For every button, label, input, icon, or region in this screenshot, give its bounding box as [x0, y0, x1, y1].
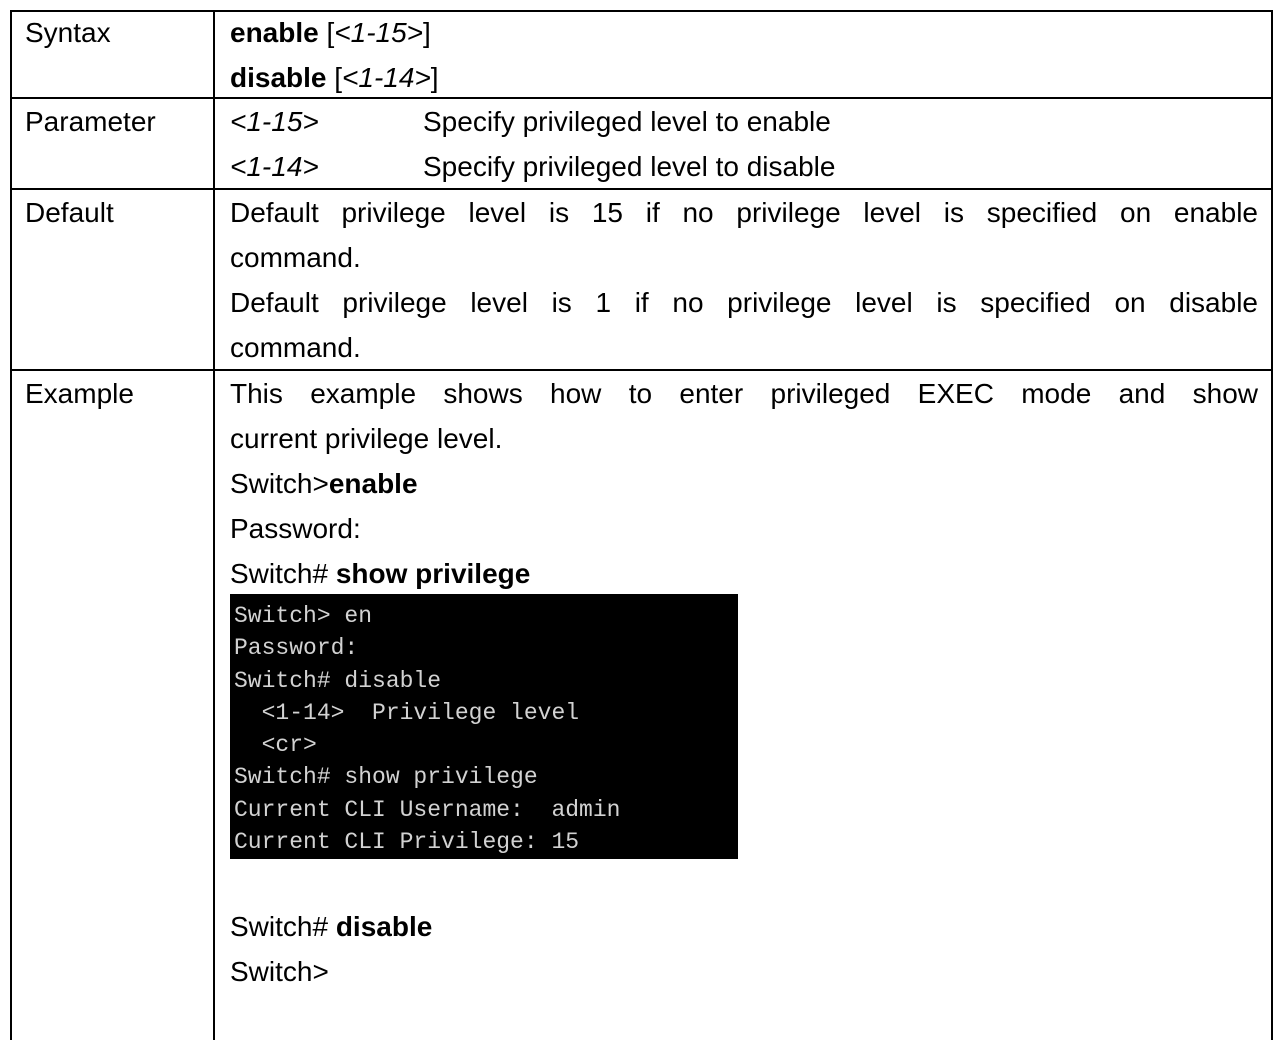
example-intro-line: current privilege level. — [230, 423, 503, 454]
default-text-line: Default privilege level is 1 if no privi… — [230, 287, 1258, 318]
disable-bracket-close: ] — [430, 62, 439, 93]
parameter-content: <1-15> Specify privileged level to enable… — [230, 99, 1258, 189]
default-text-line: Default privilege level is 15 if no priv… — [230, 197, 1258, 228]
disable-argument: <1-14> — [342, 62, 431, 93]
default-text-line: command. — [230, 332, 361, 363]
example-final-prompt: Switch> — [230, 956, 329, 987]
parameter-name: <1-14> — [230, 151, 319, 182]
terminal-line: <cr> — [234, 732, 317, 759]
example-intro-line: This example shows how to enter privileg… — [230, 378, 1258, 409]
example-command-disable: Switch# disable — [230, 904, 1258, 949]
parameter-name: <1-15> — [230, 106, 319, 137]
example-content: This example shows how to enter privileg… — [230, 371, 1258, 596]
parameter-description: Specify privileged level to enable — [423, 106, 831, 137]
prompt: Switch# — [230, 558, 336, 589]
example-command-show: Switch# show privilege — [230, 551, 1258, 596]
parameter-description: Specify privileged level to disable — [423, 151, 836, 182]
example-password: Password: — [230, 513, 361, 544]
syntax-disable-line: disable [<1-14>] — [230, 55, 1258, 100]
command: disable — [335, 911, 433, 942]
command: enable — [328, 468, 418, 499]
enable-argument: <1-15> — [334, 17, 424, 48]
terminal-line: <1-14> Privilege level — [234, 699, 580, 726]
example-label: Example — [25, 378, 134, 409]
terminal-line: Current CLI Username: admin — [234, 796, 621, 823]
example-command-enable: Switch>enable — [230, 461, 1258, 506]
prompt: Switch# — [230, 911, 336, 942]
terminal-line: Switch# show privilege — [234, 764, 538, 791]
syntax-enable-line: enable [<1-15>] — [230, 10, 1258, 55]
disable-bracket-open: [ — [326, 62, 343, 93]
terminal-line: Current CLI Privilege: 15 — [234, 829, 580, 856]
enable-bracket-close: ] — [423, 17, 431, 48]
default-text-line: command. — [230, 242, 361, 273]
prompt: Switch> — [230, 468, 329, 499]
syntax-content: enable [<1-15>] disable [<1-14>] — [230, 10, 1258, 100]
parameter-label: Parameter — [25, 106, 156, 137]
column-divider — [213, 10, 215, 1040]
syntax-label: Syntax — [25, 17, 111, 48]
parameter-item: <1-15> Specify privileged level to enable — [230, 99, 1258, 144]
terminal-screenshot: Switch> en Password: Switch# disable <1-… — [230, 594, 738, 859]
default-content: Default privilege level is 15 if no priv… — [230, 190, 1258, 370]
enable-command: enable — [230, 17, 319, 48]
default-label: Default — [25, 197, 114, 228]
terminal-line: Switch# disable — [234, 667, 442, 694]
parameter-item: <1-14> Specify privileged level to disabl… — [230, 144, 1258, 189]
command: show privilege — [335, 558, 531, 589]
example-after-terminal: Switch# disable Switch> — [230, 904, 1258, 994]
terminal-line: Password: — [234, 635, 359, 662]
disable-command: disable — [230, 62, 327, 93]
enable-bracket-open: [ — [318, 17, 335, 48]
terminal-line: Switch> en — [234, 603, 373, 629]
